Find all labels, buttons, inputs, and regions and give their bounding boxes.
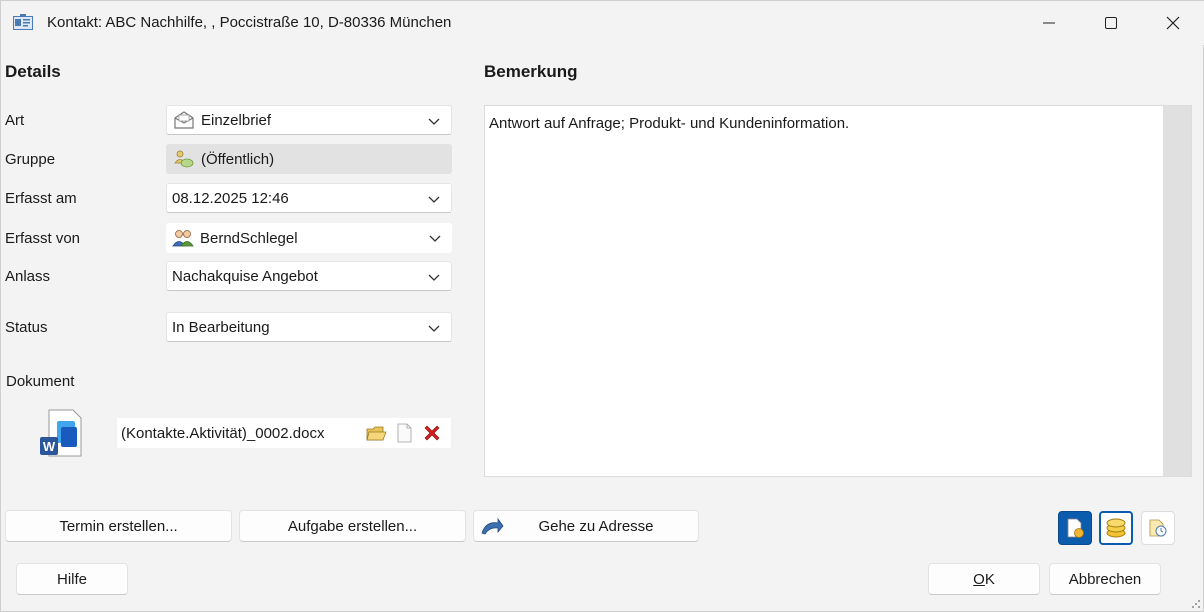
gruppe-field: (Öffentlich) — [166, 144, 452, 174]
chevron-down-icon — [428, 325, 440, 332]
chevron-down-icon — [429, 235, 441, 242]
status-value: In Bearbeitung — [172, 318, 270, 336]
erfasst-von-label: Erfasst von — [5, 230, 81, 247]
art-label: Art — [5, 112, 25, 129]
minimize-button[interactable] — [1017, 1, 1081, 45]
document-file-name: (Kontakte.Aktivität)_0002.docx — [121, 424, 325, 442]
ok-button[interactable]: OK — [928, 563, 1040, 595]
coins-icon — [1106, 518, 1126, 538]
erfasst-von-value: BerndSchlegel — [200, 229, 298, 247]
blank-document-icon[interactable] — [393, 422, 415, 444]
anlass-label: Anlass — [5, 268, 51, 285]
chevron-down-icon — [428, 196, 440, 203]
resize-grip-icon[interactable] — [1191, 599, 1201, 609]
aufgabe-erstellen-button[interactable]: Aufgabe erstellen... — [239, 510, 466, 542]
delete-icon[interactable] — [421, 422, 443, 444]
bemerkung-text: Antwort auf Anfrage; Produkt- und Kunden… — [489, 115, 850, 132]
status-label: Status — [5, 319, 48, 336]
anlass-value: Nachakquise Angebot — [172, 267, 318, 285]
erfasst-am-value: 08.12.2025 12:46 — [172, 189, 289, 207]
contact-card-icon — [13, 14, 33, 30]
art-select[interactable]: Einzelbrief — [166, 105, 452, 135]
window-title: Kontakt: ABC Nachhilfe, , Poccistraße 10… — [47, 14, 452, 31]
close-icon — [1166, 16, 1180, 30]
erfasst-am-label: Erfasst am — [5, 190, 77, 207]
abbrechen-button[interactable]: Abbrechen — [1049, 563, 1161, 595]
hilfe-button[interactable]: Hilfe — [16, 563, 128, 595]
details-heading: Details — [5, 62, 61, 81]
document-clock-tool[interactable] — [1141, 511, 1175, 545]
group-public-icon — [174, 150, 194, 168]
coins-tool[interactable] — [1099, 511, 1133, 545]
ok-mnemonic: O — [973, 570, 985, 588]
document-clock-icon — [1149, 519, 1167, 537]
gruppe-value: (Öffentlich) — [201, 150, 275, 168]
document-star-icon — [1067, 518, 1084, 538]
open-folder-icon[interactable] — [365, 422, 387, 444]
svg-text:W: W — [43, 439, 56, 454]
new-document-tool[interactable] — [1058, 511, 1092, 545]
minimize-icon — [1043, 22, 1055, 24]
word-document-icon[interactable]: W — [39, 409, 83, 457]
document-file[interactable]: (Kontakte.Aktivität)_0002.docx — [117, 418, 451, 448]
title-bar: Kontakt: ABC Nachhilfe, , Poccistraße 10… — [1, 1, 1204, 45]
maximize-icon — [1105, 17, 1117, 29]
status-select[interactable]: In Bearbeitung — [166, 312, 452, 342]
arrow-jump-icon — [481, 517, 504, 535]
dokument-label: Dokument — [6, 373, 75, 390]
bemerkung-heading: Bemerkung — [484, 62, 578, 81]
erfasst-von-select[interactable]: BerndSchlegel — [166, 223, 452, 253]
bemerkung-textarea[interactable]: Antwort auf Anfrage; Produkt- und Kunden… — [484, 105, 1192, 477]
chevron-down-icon — [428, 118, 440, 125]
gehe-zu-adresse-button[interactable]: Gehe zu Adresse — [473, 510, 699, 542]
ok-label-rest: K — [984, 570, 995, 588]
chevron-down-icon — [428, 274, 440, 281]
gruppe-label: Gruppe — [5, 151, 56, 168]
art-value: Einzelbrief — [201, 111, 272, 129]
anlass-select[interactable]: Nachakquise Angebot — [166, 261, 452, 291]
gehe-zu-adresse-label: Gehe zu Adresse — [538, 517, 654, 535]
contact-dialog: Kontakt: ABC Nachhilfe, , Poccistraße 10… — [0, 0, 1204, 612]
maximize-button[interactable] — [1079, 1, 1143, 45]
vertical-scrollbar[interactable] — [1163, 106, 1191, 476]
envelope-icon — [174, 111, 194, 129]
termin-erstellen-button[interactable]: Termin erstellen... — [5, 510, 232, 542]
erfasst-am-datepicker[interactable]: 08.12.2025 12:46 — [166, 183, 452, 213]
users-icon — [172, 230, 194, 247]
close-button[interactable] — [1141, 1, 1204, 45]
